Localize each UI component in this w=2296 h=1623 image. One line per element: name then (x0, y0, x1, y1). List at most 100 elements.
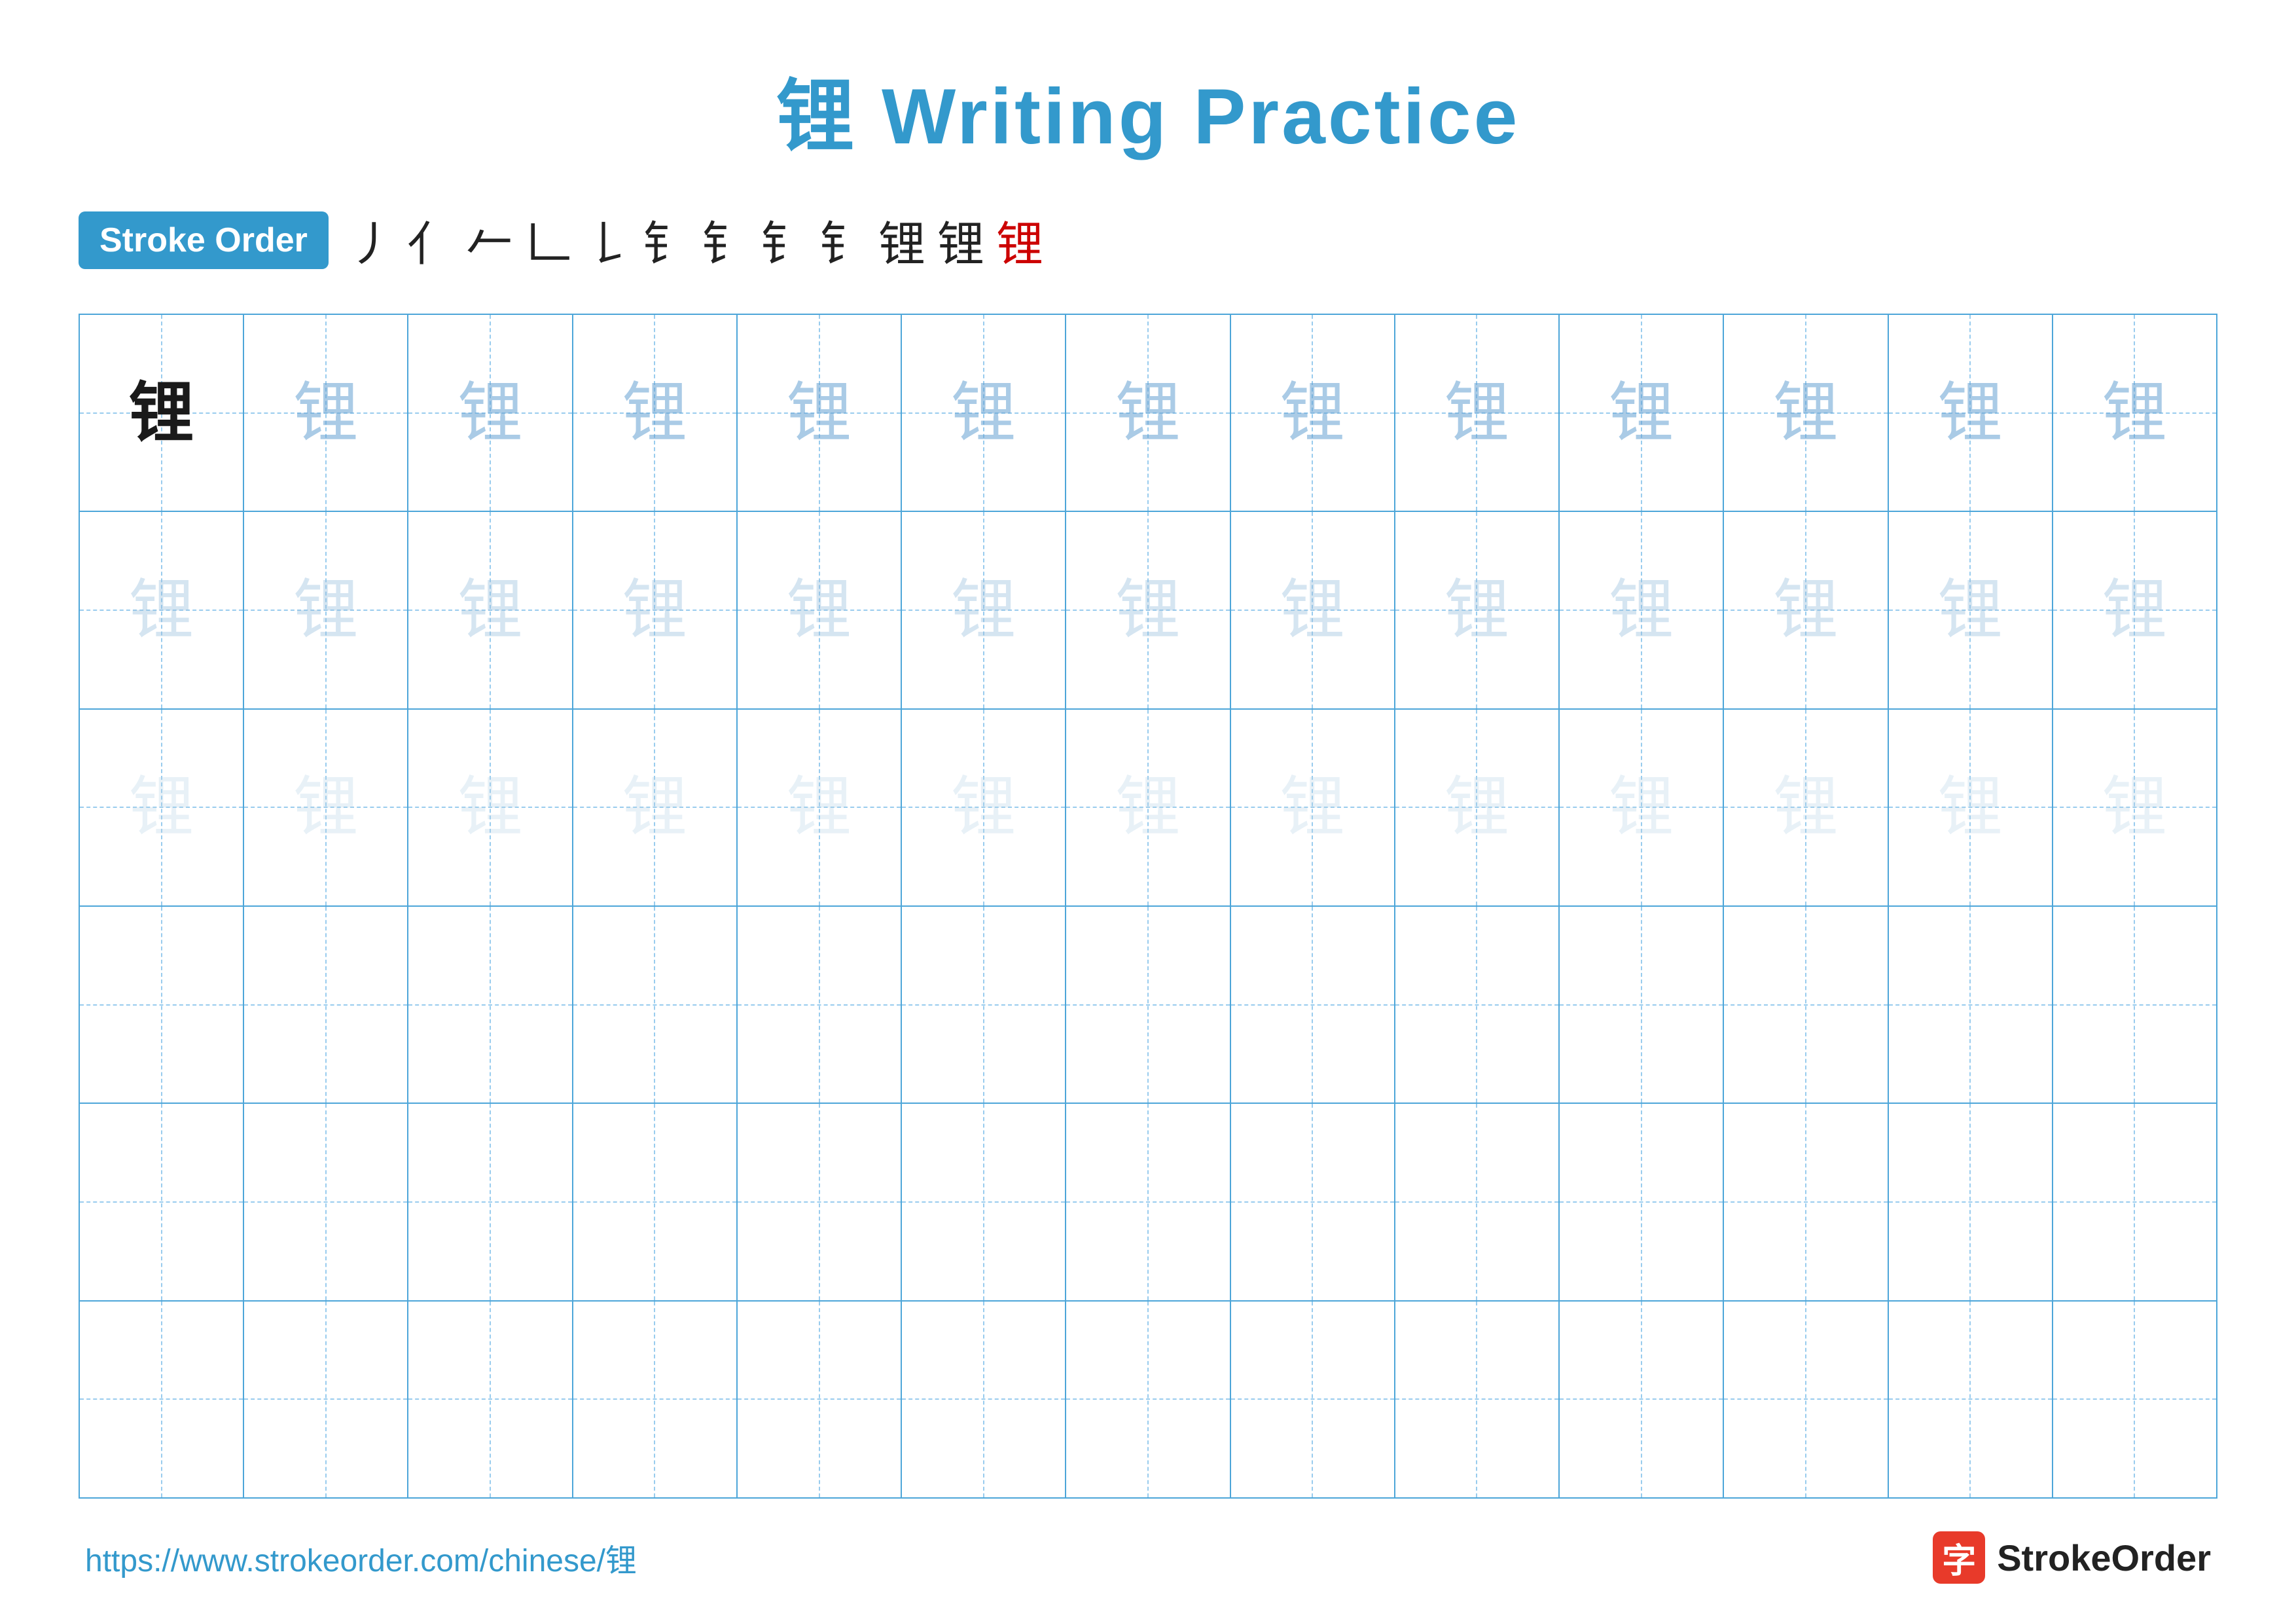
grid-cell-2-11[interactable]: 锂 (1724, 512, 1888, 708)
grid-cell-1-1[interactable]: 锂 (80, 315, 244, 511)
grid-cell-4-5[interactable] (738, 907, 902, 1103)
practice-char-faint: 锂 (951, 577, 1016, 643)
grid-cell-6-13[interactable] (2053, 1302, 2216, 1497)
grid-cell-2-8[interactable]: 锂 (1231, 512, 1395, 708)
grid-cell-4-2[interactable] (244, 907, 408, 1103)
grid-cell-3-3[interactable]: 锂 (408, 710, 573, 905)
grid-cell-5-1[interactable] (80, 1104, 244, 1300)
grid-cell-3-1[interactable]: 锂 (80, 710, 244, 905)
practice-char-guide: 锂 (951, 380, 1016, 446)
grid-cell-3-11[interactable]: 锂 (1724, 710, 1888, 905)
practice-char-faint: 锂 (1444, 577, 1509, 643)
brand-icon: 字 (1933, 1531, 1985, 1584)
grid-cell-4-1[interactable] (80, 907, 244, 1103)
grid-cell-6-5[interactable] (738, 1302, 902, 1497)
practice-char-very-faint: 锂 (1609, 775, 1674, 840)
grid-cell-1-4[interactable]: 锂 (573, 315, 738, 511)
grid-cell-6-4[interactable] (573, 1302, 738, 1497)
grid-cell-4-12[interactable] (1889, 907, 2053, 1103)
grid-cell-3-9[interactable]: 锂 (1395, 710, 1560, 905)
grid-cell-6-12[interactable] (1889, 1302, 2053, 1497)
practice-char-very-faint: 锂 (951, 775, 1016, 840)
grid-cell-2-13[interactable]: 锂 (2053, 512, 2216, 708)
grid-cell-2-2[interactable]: 锂 (244, 512, 408, 708)
practice-char-faint: 锂 (457, 577, 523, 643)
grid-cell-3-4[interactable]: 锂 (573, 710, 738, 905)
stroke-6: 钅 (643, 206, 690, 274)
footer-url[interactable]: https://www.strokeorder.com/chinese/锂 (85, 1535, 637, 1580)
grid-cell-5-12[interactable] (1889, 1104, 2053, 1300)
grid-row-1: 锂 锂 锂 锂 锂 锂 锂 锂 锂 (80, 315, 2216, 512)
grid-cell-5-6[interactable] (902, 1104, 1066, 1300)
grid-cell-6-6[interactable] (902, 1302, 1066, 1497)
grid-cell-2-3[interactable]: 锂 (408, 512, 573, 708)
grid-cell-5-4[interactable] (573, 1104, 738, 1300)
grid-cell-4-4[interactable] (573, 907, 738, 1103)
grid-cell-6-8[interactable] (1231, 1302, 1395, 1497)
practice-char-very-faint: 锂 (787, 775, 852, 840)
grid-cell-1-6[interactable]: 锂 (902, 315, 1066, 511)
grid-cell-2-6[interactable]: 锂 (902, 512, 1066, 708)
grid-cell-3-2[interactable]: 锂 (244, 710, 408, 905)
grid-cell-5-13[interactable] (2053, 1104, 2216, 1300)
practice-char-guide: 锂 (1115, 380, 1181, 446)
practice-char-very-faint: 锂 (457, 775, 523, 840)
grid-cell-4-7[interactable] (1066, 907, 1230, 1103)
stroke-12: 锂 (996, 206, 1043, 274)
grid-cell-5-11[interactable] (1724, 1104, 1888, 1300)
grid-cell-4-6[interactable] (902, 907, 1066, 1103)
grid-cell-2-10[interactable]: 锂 (1560, 512, 1724, 708)
practice-char-very-faint: 锂 (129, 775, 194, 840)
grid-cell-2-5[interactable]: 锂 (738, 512, 902, 708)
stroke-1: 丿 (348, 206, 395, 274)
grid-cell-5-3[interactable] (408, 1104, 573, 1300)
grid-cell-1-10[interactable]: 锂 (1560, 315, 1724, 511)
grid-cell-1-12[interactable]: 锂 (1889, 315, 2053, 511)
grid-cell-2-1[interactable]: 锂 (80, 512, 244, 708)
grid-cell-5-2[interactable] (244, 1104, 408, 1300)
grid-cell-1-11[interactable]: 锂 (1724, 315, 1888, 511)
practice-char-very-faint: 锂 (1280, 775, 1345, 840)
grid-cell-6-7[interactable] (1066, 1302, 1230, 1497)
grid-cell-4-9[interactable] (1395, 907, 1560, 1103)
grid-cell-3-6[interactable]: 锂 (902, 710, 1066, 905)
grid-cell-5-7[interactable] (1066, 1104, 1230, 1300)
grid-cell-4-11[interactable] (1724, 907, 1888, 1103)
grid-cell-6-9[interactable] (1395, 1302, 1560, 1497)
grid-cell-1-13[interactable]: 锂 (2053, 315, 2216, 511)
grid-cell-3-13[interactable]: 锂 (2053, 710, 2216, 905)
grid-cell-6-11[interactable] (1724, 1302, 1888, 1497)
grid-cell-3-5[interactable]: 锂 (738, 710, 902, 905)
grid-cell-1-3[interactable]: 锂 (408, 315, 573, 511)
grid-cell-5-10[interactable] (1560, 1104, 1724, 1300)
grid-cell-4-10[interactable] (1560, 907, 1724, 1103)
grid-cell-2-7[interactable]: 锂 (1066, 512, 1230, 708)
grid-cell-2-9[interactable]: 锂 (1395, 512, 1560, 708)
grid-cell-3-12[interactable]: 锂 (1889, 710, 2053, 905)
grid-cell-6-1[interactable] (80, 1302, 244, 1497)
grid-cell-2-4[interactable]: 锂 (573, 512, 738, 708)
grid-cell-3-10[interactable]: 锂 (1560, 710, 1724, 905)
grid-cell-1-9[interactable]: 锂 (1395, 315, 1560, 511)
grid-cell-1-7[interactable]: 锂 (1066, 315, 1230, 511)
grid-cell-6-2[interactable] (244, 1302, 408, 1497)
grid-cell-1-5[interactable]: 锂 (738, 315, 902, 511)
grid-cell-4-8[interactable] (1231, 907, 1395, 1103)
grid-cell-6-3[interactable] (408, 1302, 573, 1497)
grid-cell-1-2[interactable]: 锂 (244, 315, 408, 511)
grid-cell-2-12[interactable]: 锂 (1889, 512, 2053, 708)
grid-cell-3-7[interactable]: 锂 (1066, 710, 1230, 905)
footer-brand: 字 StrokeOrder (1933, 1531, 2211, 1584)
grid-cell-4-13[interactable] (2053, 907, 2216, 1103)
grid-cell-5-5[interactable] (738, 1104, 902, 1300)
grid-cell-6-10[interactable] (1560, 1302, 1724, 1497)
brand-name: StrokeOrder (1997, 1537, 2211, 1579)
practice-char-faint: 锂 (787, 577, 852, 643)
stroke-7: 钅 (702, 206, 749, 274)
practice-char-guide: 锂 (787, 380, 852, 446)
grid-cell-5-9[interactable] (1395, 1104, 1560, 1300)
grid-cell-1-8[interactable]: 锂 (1231, 315, 1395, 511)
grid-cell-3-8[interactable]: 锂 (1231, 710, 1395, 905)
grid-cell-5-8[interactable] (1231, 1104, 1395, 1300)
grid-cell-4-3[interactable] (408, 907, 573, 1103)
